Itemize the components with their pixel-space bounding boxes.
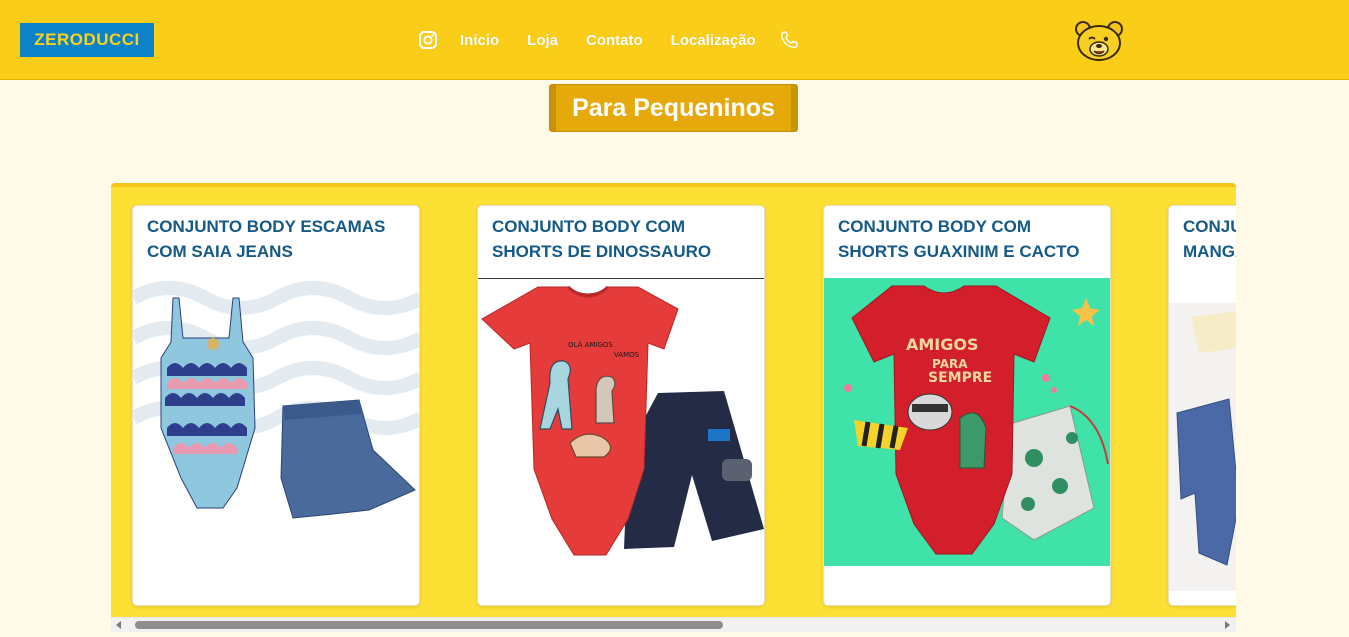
product-image[interactable]: OLÁ AMIGOS VAMOS — [478, 278, 764, 565]
product-title[interactable]: CONJUNTO BODY COM MANGAS E CALÇA — [1183, 214, 1236, 264]
product-card[interactable]: CONJUNTO BODY COM SHORTS DE DINOSSAURO O… — [477, 205, 765, 606]
product-carousel[interactable]: CONJUNTO BODY ESCAMAS COM SAIA JEANS CON… — [111, 183, 1236, 617]
nav-link-inicio[interactable]: Início — [460, 32, 499, 49]
scrollbar-thumb[interactable] — [135, 621, 723, 629]
instagram-icon[interactable] — [418, 30, 438, 50]
product-title[interactable]: CONJUNTO BODY ESCAMAS COM SAIA JEANS — [147, 214, 409, 264]
nav-link-loja[interactable]: Loja — [527, 32, 558, 49]
brand-logo[interactable]: ZERODUCCI — [20, 23, 154, 57]
nav-link-contato[interactable]: Contato — [586, 32, 643, 49]
svg-text:PARA: PARA — [932, 357, 968, 371]
section-title-badge: Para Pequeninos — [549, 84, 798, 132]
main-nav: Início Loja Contato Localização — [418, 26, 800, 54]
scroll-right-arrow-icon[interactable] — [1225, 621, 1230, 629]
nav-link-localizacao[interactable]: Localização — [671, 32, 756, 49]
svg-text:SEMPRE: SEMPRE — [928, 370, 992, 386]
bear-icon — [1074, 20, 1124, 62]
phone-icon[interactable] — [778, 29, 800, 51]
top-header: ZERODUCCI Início Loja Contato Localizaçã… — [0, 0, 1349, 80]
product-image[interactable]: AMIGOS PARA SEMPRE — [824, 278, 1110, 566]
product-image[interactable] — [133, 278, 419, 564]
product-image[interactable] — [1169, 303, 1236, 591]
product-card[interactable]: CONJUNTO BODY COM MANGAS E CALÇA — [1168, 205, 1236, 606]
product-title[interactable]: CONJUNTO BODY COM SHORTS DE DINOSSAURO — [492, 214, 754, 264]
product-title[interactable]: CONJUNTO BODY COM SHORTS GUAXINIM E CACT… — [838, 214, 1100, 264]
scroll-left-arrow-icon[interactable] — [116, 621, 121, 629]
carousel-scrollbar[interactable] — [111, 617, 1236, 632]
svg-text:OLÁ AMIGOS: OLÁ AMIGOS — [568, 340, 613, 349]
product-card[interactable]: CONJUNTO BODY COM SHORTS GUAXINIM E CACT… — [823, 205, 1111, 606]
svg-text:VAMOS: VAMOS — [614, 351, 640, 359]
product-card[interactable]: CONJUNTO BODY ESCAMAS COM SAIA JEANS — [132, 205, 420, 606]
svg-text:AMIGOS: AMIGOS — [906, 335, 979, 354]
